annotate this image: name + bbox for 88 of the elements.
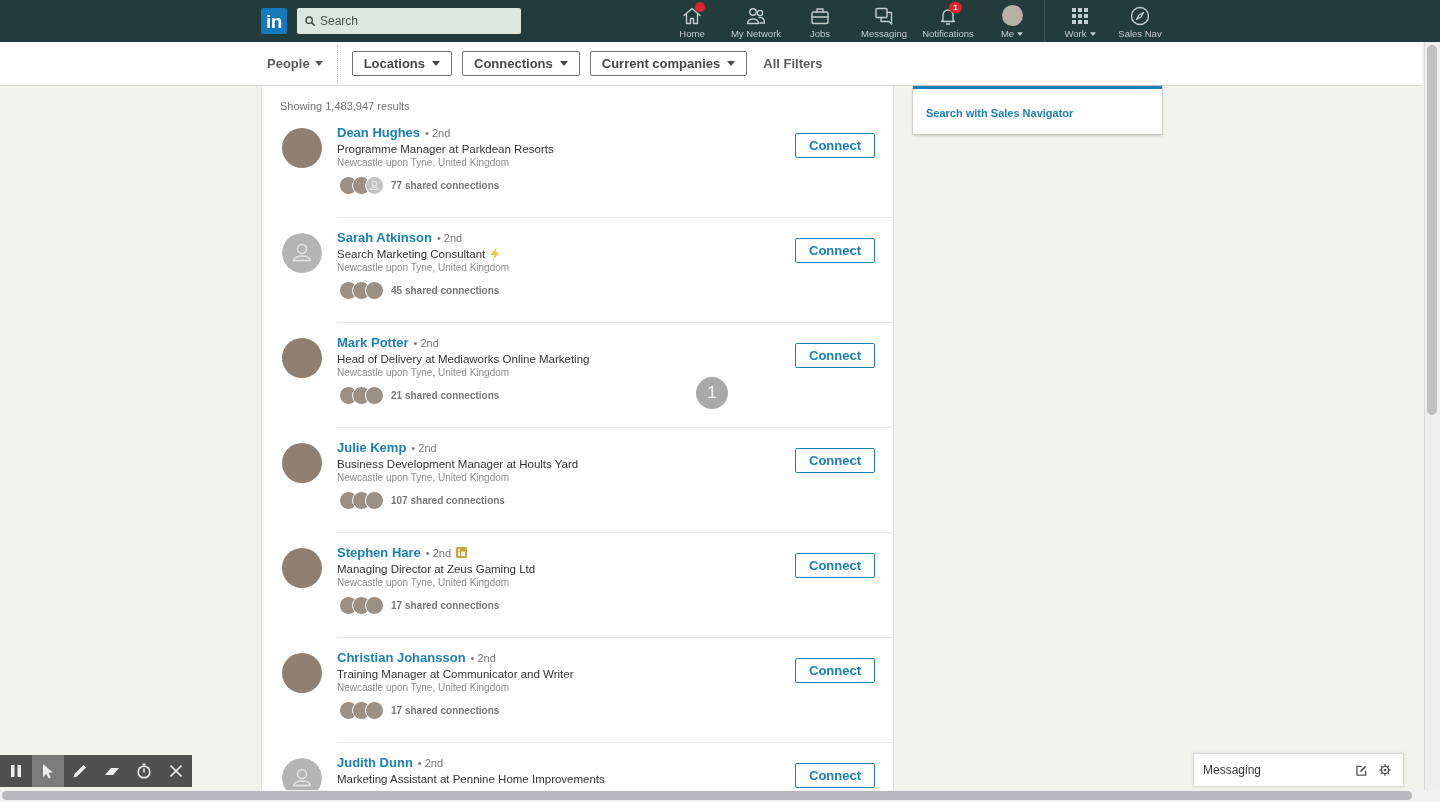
scrollbar-thumb[interactable] (2, 791, 1412, 800)
chat-bubbles-icon (874, 5, 894, 26)
nav-item[interactable]: Jobs (788, 0, 852, 42)
connection-degree: • 2nd (413, 336, 439, 351)
shared-connections-link[interactable]: 77 shared connections (391, 179, 500, 191)
headline-text: Training Manager at Communicator and Writer (337, 667, 574, 682)
connection-degree: • 2nd (417, 756, 444, 771)
connection-degree: • 2nd (425, 126, 451, 141)
profile-photo[interactable] (282, 653, 322, 693)
headline-text: Managing Director at Zeus Gaming Ltd (337, 562, 536, 577)
messaging-title[interactable]: Messaging (1203, 763, 1262, 777)
location-text: Newcastle upon Tyne, United Kingdom (337, 367, 511, 379)
headline-text: Business Development Manager at Hoults Yard (337, 457, 579, 472)
connection-degree: • 2nd (470, 651, 496, 666)
pointer-button[interactable] (32, 755, 64, 787)
avatar-silhouette-icon[interactable] (282, 233, 322, 273)
connect-button[interactable]: Connect (795, 133, 875, 158)
profile-photo (1001, 5, 1023, 26)
shared-connections-link[interactable]: 107 shared connections (391, 494, 505, 506)
search-icon (305, 16, 315, 26)
avatar-silhouette-icon[interactable] (282, 758, 322, 790)
profile-name-link[interactable]: Christian Johansson (337, 649, 466, 666)
caret-icon (432, 61, 441, 66)
connect-button[interactable]: Connect (795, 658, 875, 683)
shared-connections-link[interactable]: 17 shared connections (391, 704, 500, 716)
profile-name-link[interactable]: Stephen Hare (337, 544, 421, 561)
nav-item[interactable]: Sales Nav (1110, 0, 1170, 42)
filter-dropdown[interactable]: Current companies (589, 51, 748, 76)
location-text: Newcastle upon Tyne, United Kingdom (337, 157, 511, 169)
close-icon (168, 763, 184, 779)
profile-name-link[interactable]: Mark Potter (337, 334, 409, 351)
result-type-menu[interactable]: People (267, 56, 323, 71)
profile-name-link[interactable]: Sarah Atkinson (337, 229, 432, 246)
compose-icon[interactable] (1356, 764, 1367, 776)
all-filters-button[interactable]: All Filters (763, 56, 823, 71)
caret-icon (727, 61, 736, 66)
briefcase-icon (810, 5, 830, 26)
cursor-arrow-icon (40, 763, 56, 779)
logo[interactable]: in (261, 8, 287, 34)
connect-button[interactable]: Connect (795, 448, 875, 473)
pause-icon (8, 763, 24, 779)
location-text: Newcastle upon Tyne, United Kingdom (337, 682, 511, 694)
people-icon (746, 5, 766, 26)
location-text: Newcastle upon Tyne, United Kingdom (337, 472, 511, 484)
filter-dropdown[interactable]: Connections (462, 51, 580, 76)
headline-text: Programme Manager at Parkdean Resorts (337, 142, 554, 157)
nav-item[interactable]: 1 Notifications (916, 0, 980, 42)
shared-connections-link[interactable]: 45 shared connections (391, 284, 500, 296)
shared-connections-link[interactable]: 17 shared connections (391, 599, 500, 611)
compass-icon (1130, 5, 1150, 26)
connect-button[interactable]: Connect (795, 763, 875, 788)
connection-degree: • 2nd (425, 546, 452, 561)
profile-photo[interactable] (282, 338, 322, 378)
filter-dropdown[interactable]: Locations (351, 51, 453, 76)
profile-name-link[interactable]: Julie Kemp (337, 439, 407, 456)
home-icon (682, 5, 702, 26)
pencil-icon (72, 763, 88, 779)
stopwatch-icon (136, 763, 152, 779)
sales-navigator-link[interactable]: Search with Sales Navigator (926, 106, 1074, 120)
connect-button[interactable]: Connect (795, 343, 875, 368)
connection-degree: • 2nd (436, 231, 463, 246)
profile-photo[interactable] (282, 443, 322, 483)
headline-text: Search Marketing Consultant (337, 247, 486, 262)
shared-connections-link[interactable]: 21 shared connections (391, 389, 500, 401)
nav-item[interactable]: My Network (724, 0, 788, 42)
profile-name-link[interactable]: Dean Hughes (337, 124, 421, 141)
results-count: Showing 1,483,947 results (279, 99, 411, 114)
notification-count: 1 (949, 2, 962, 13)
caret-icon (314, 61, 323, 66)
nav-item[interactable]: Messaging (852, 0, 916, 42)
profile-name-link[interactable]: Judith Dunn (337, 754, 413, 771)
connect-button[interactable]: Connect (795, 553, 875, 578)
connection-degree: • 2nd (411, 441, 437, 456)
settings-icon[interactable] (1379, 764, 1391, 776)
location-text: Newcastle upon Tyne, United Kingdom (337, 577, 511, 589)
headline-text: Head of Delivery at Mediaworks Online Marketing (337, 352, 590, 367)
search-field[interactable]: Search (297, 8, 521, 34)
scrollbar-thumb[interactable] (1427, 45, 1437, 415)
connect-button[interactable]: Connect (795, 238, 875, 263)
nav-item[interactable]: Home (660, 0, 724, 42)
grid-icon (1070, 5, 1090, 26)
nav-item[interactable]: Work (1050, 0, 1110, 42)
location-text: Newcastle upon Tyne, United Kingdom (337, 262, 511, 274)
profile-photo[interactable] (282, 128, 322, 168)
profile-photo[interactable] (282, 548, 322, 588)
nav-item[interactable]: Me (980, 0, 1044, 42)
headline-text: Marketing Assistant at Pennine Home Improvements (337, 772, 605, 787)
caret-icon (559, 61, 568, 66)
